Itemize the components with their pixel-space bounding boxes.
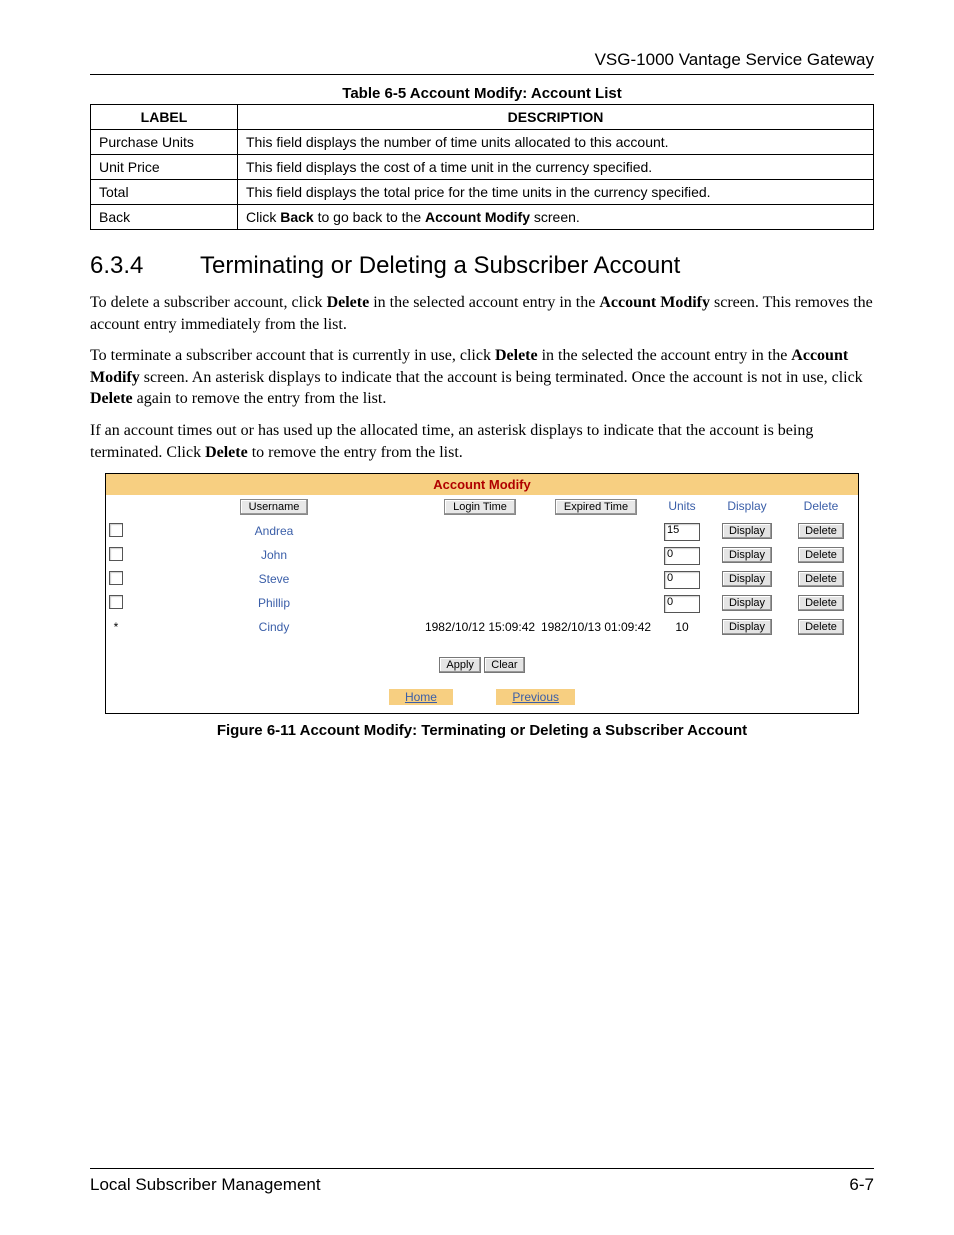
delete-button[interactable]: Delete	[798, 571, 844, 587]
expired-time-cell: 1982/10/13 01:09:42	[538, 618, 654, 636]
table-row: Back Click Back to go back to the Accoun…	[91, 205, 874, 230]
delete-button[interactable]: Delete	[798, 547, 844, 563]
display-button[interactable]: Display	[722, 619, 772, 635]
section-number: 6.3.4	[90, 252, 200, 280]
row-checkbox[interactable]	[109, 571, 123, 585]
home-link[interactable]: Home	[389, 689, 453, 705]
previous-link[interactable]: Previous	[496, 689, 575, 705]
cell-description: This field displays the number of time u…	[238, 130, 874, 155]
display-button[interactable]: Display	[722, 547, 772, 563]
cell-label: Back	[91, 205, 238, 230]
cell-label: Unit Price	[91, 155, 238, 180]
screenshot-header-row: Username Login Time Expired Time Units D…	[106, 495, 858, 519]
login-time-cell: 1982/10/12 15:09:42	[422, 618, 538, 636]
body-paragraph: To delete a subscriber account, click De…	[90, 292, 874, 335]
units-input[interactable]: 15	[664, 523, 700, 541]
expired-time-cell	[538, 529, 654, 533]
display-button[interactable]: Display	[722, 571, 772, 587]
footer-left: Local Subscriber Management	[90, 1175, 321, 1195]
section-title: Terminating or Deleting a Subscriber Acc…	[200, 252, 680, 279]
delete-button[interactable]: Delete	[798, 523, 844, 539]
units-input[interactable]: 0	[664, 547, 700, 565]
screenshot-nav-links: Home Previous	[106, 685, 858, 713]
body-paragraph: If an account times out or has used up t…	[90, 420, 874, 463]
account-row: Phillip 0 Display Delete	[106, 591, 858, 615]
units-cell: 10	[654, 618, 710, 636]
username-header: Username	[240, 499, 309, 515]
expired-time-cell	[538, 553, 654, 557]
login-time-cell	[422, 553, 538, 557]
cell-description: Click Back to go back to the Account Mod…	[238, 205, 874, 230]
asterisk-icon: *	[114, 620, 119, 634]
username-cell: Andrea	[255, 524, 294, 538]
display-header: Display	[727, 499, 766, 513]
units-header: Units	[668, 499, 695, 513]
col-label-header: LABEL	[91, 105, 238, 130]
display-button[interactable]: Display	[722, 523, 772, 539]
row-checkbox[interactable]	[109, 595, 123, 609]
display-button[interactable]: Display	[722, 595, 772, 611]
account-row: John 0 Display Delete	[106, 543, 858, 567]
footer-right: 6-7	[849, 1175, 874, 1195]
row-checkbox[interactable]	[109, 547, 123, 561]
body-paragraph: To terminate a subscriber account that i…	[90, 345, 874, 410]
username-cell: Steve	[259, 572, 290, 586]
footer-rule	[90, 1168, 874, 1169]
page-footer: Local Subscriber Management 6-7	[90, 1168, 874, 1195]
clear-button[interactable]: Clear	[484, 657, 524, 673]
table-row: Total This field displays the total pric…	[91, 180, 874, 205]
username-cell: Cindy	[259, 620, 290, 634]
apply-button[interactable]: Apply	[439, 657, 481, 673]
login-time-cell	[422, 601, 538, 605]
expired-time-header: Expired Time	[555, 499, 637, 515]
delete-header: Delete	[804, 499, 839, 513]
table-row: Purchase Units This field displays the n…	[91, 130, 874, 155]
col-description-header: DESCRIPTION	[238, 105, 874, 130]
screenshot-title: Account Modify	[106, 474, 858, 495]
expired-time-cell	[538, 601, 654, 605]
table-caption: Table 6-5 Account Modify: Account List	[90, 85, 874, 102]
account-row: * Cindy 1982/10/12 15:09:421982/10/13 01:0…	[106, 615, 858, 639]
table-row: Unit Price This field displays the cost …	[91, 155, 874, 180]
account-modify-screenshot: Account Modify Username Login Time Expir…	[105, 473, 859, 714]
row-checkbox[interactable]	[109, 523, 123, 537]
header-rule	[90, 74, 874, 75]
username-cell: John	[261, 548, 287, 562]
login-time-cell	[422, 529, 538, 533]
login-time-cell	[422, 577, 538, 581]
cell-label: Purchase Units	[91, 130, 238, 155]
delete-button[interactable]: Delete	[798, 619, 844, 635]
expired-time-cell	[538, 577, 654, 581]
cell-label: Total	[91, 180, 238, 205]
section-heading: 6.3.4Terminating or Deleting a Subscribe…	[90, 252, 874, 280]
page-header-title: VSG-1000 Vantage Service Gateway	[90, 50, 874, 70]
username-cell: Phillip	[258, 596, 290, 610]
account-row: Steve 0 Display Delete	[106, 567, 858, 591]
account-row: Andrea 15 Display Delete	[106, 519, 858, 543]
units-input[interactable]: 0	[664, 571, 700, 589]
delete-button[interactable]: Delete	[798, 595, 844, 611]
login-time-header: Login Time	[444, 499, 516, 515]
definition-table: LABEL DESCRIPTION Purchase Units This fi…	[90, 104, 874, 230]
screenshot-actions: Apply Clear	[106, 639, 858, 685]
cell-description: This field displays the total price for …	[238, 180, 874, 205]
figure-caption: Figure 6-11 Account Modify: Terminating …	[90, 722, 874, 739]
cell-description: This field displays the cost of a time u…	[238, 155, 874, 180]
units-input[interactable]: 0	[664, 595, 700, 613]
